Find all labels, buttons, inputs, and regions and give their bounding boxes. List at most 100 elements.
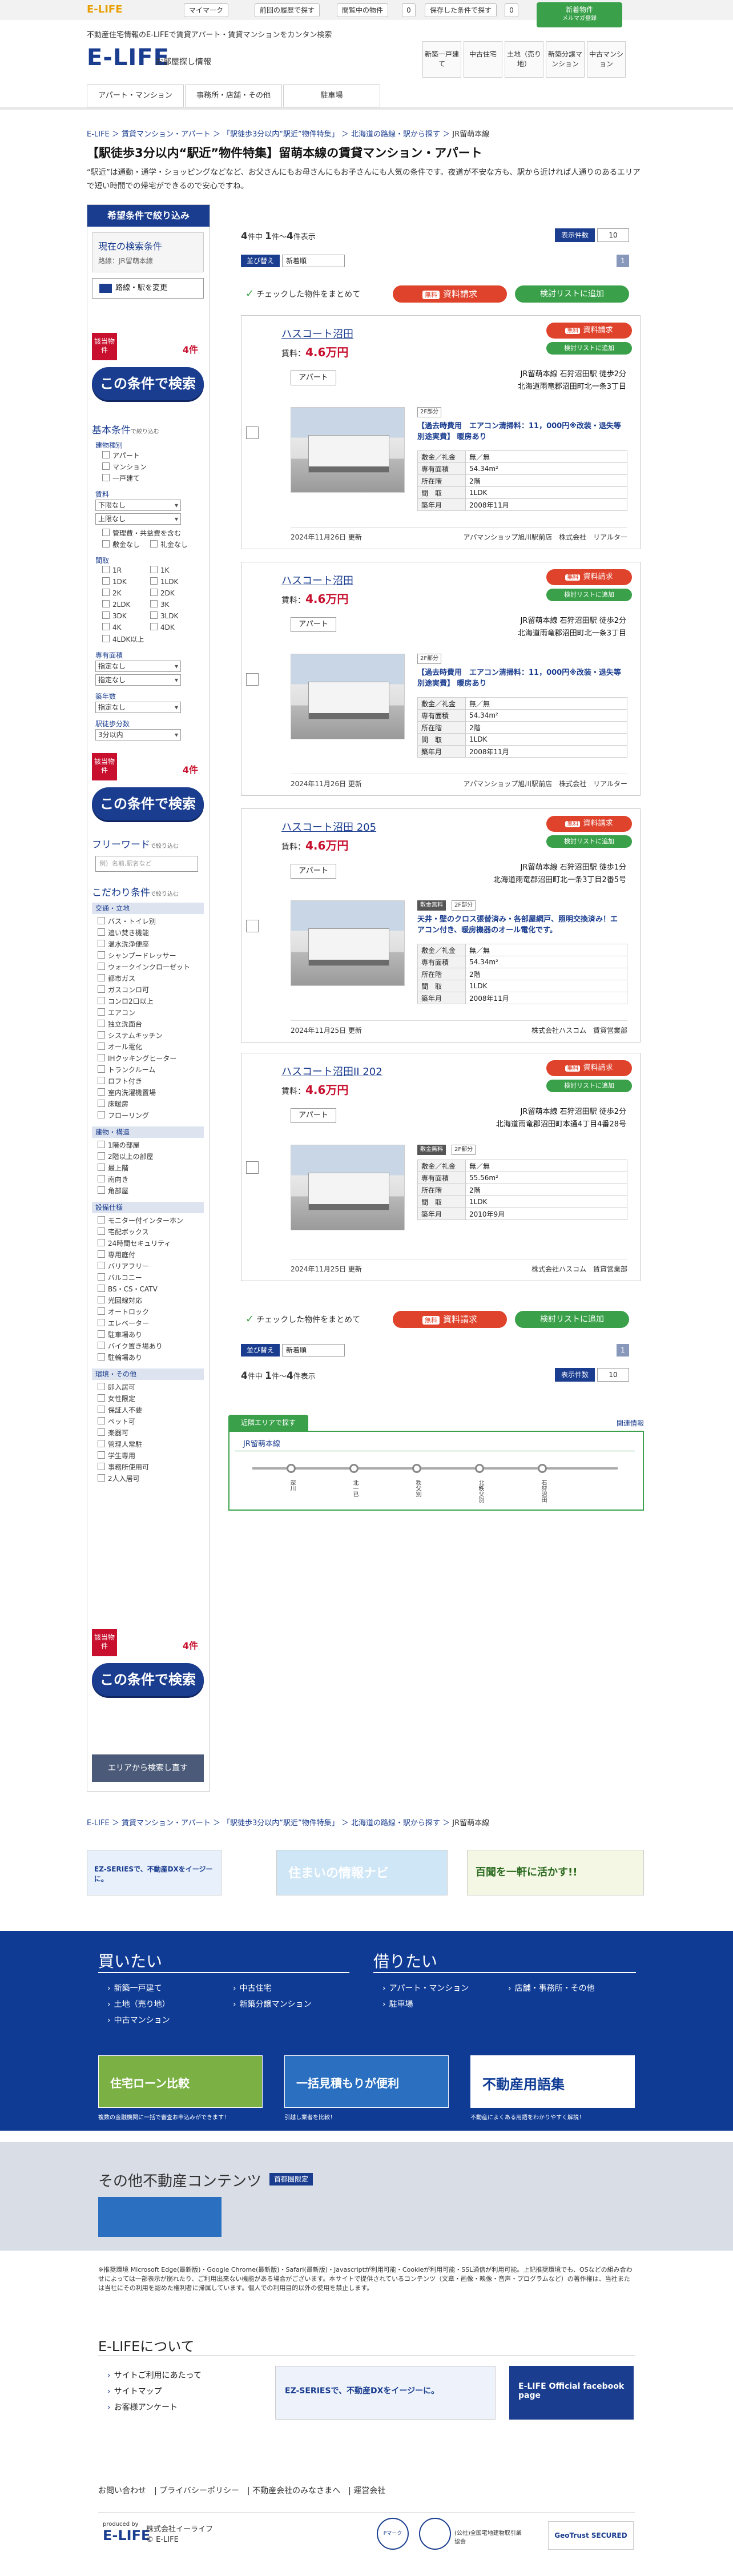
property-photo[interactable]	[291, 900, 405, 986]
bc-feature-b[interactable]: 「駅徒歩3分以内“駅近”物件特集」	[223, 1819, 339, 1828]
build-option[interactable]: 2階以上の部屋	[98, 1152, 154, 1161]
add-list-button[interactable]: 検討リストに追加	[546, 342, 632, 355]
request-button[interactable]: 無料 資料請求	[546, 1060, 632, 1076]
bc-feature[interactable]: 「駅徒歩3分以内“駅近”物件特集」	[223, 130, 339, 139]
equip-option[interactable]: 光回線対応	[98, 1295, 142, 1305]
request-button[interactable]: 無料 資料請求	[546, 569, 632, 585]
display-count-select[interactable]: 10	[597, 228, 629, 242]
traffic-option[interactable]: エアコン	[98, 1008, 135, 1017]
layout-1r[interactable]: 1R	[102, 566, 122, 574]
equip-option[interactable]: バイク置き場あり	[98, 1341, 163, 1351]
display-count-select-bottom[interactable]: 10	[597, 1368, 629, 1382]
request-button[interactable]: 無料 資料請求	[546, 816, 632, 832]
traffic-option[interactable]: ロフト付き	[98, 1076, 142, 1086]
equip-option[interactable]: 駐輪場あり	[98, 1353, 142, 1362]
browsing-button[interactable]: 閲覧中の物件	[337, 3, 389, 17]
promo-glossary[interactable]: 不動産用語集	[470, 2055, 635, 2108]
foot-agents[interactable]: 不動産会社のみなさまへ	[252, 2486, 340, 2496]
other-option[interactable]: 事務所使用可	[98, 1462, 149, 1472]
layout-2dk[interactable]: 2DK	[150, 589, 175, 597]
equip-option[interactable]: エレベーター	[98, 1318, 149, 1328]
promo-loan[interactable]: 住宅ローン比較	[98, 2055, 263, 2108]
foot-office[interactable]: 店舗・事務所・その他	[508, 1982, 595, 1994]
request-button[interactable]: 無料 資料請求	[546, 323, 632, 339]
layout-4k[interactable]: 4K	[102, 623, 122, 631]
equip-option[interactable]: BS・CS・CATV	[98, 1284, 158, 1294]
property-name[interactable]: ハスコート沼田	[281, 326, 353, 341]
layout-4dk[interactable]: 4DK	[150, 623, 175, 631]
property-checkbox[interactable]	[246, 1161, 259, 1174]
equip-option[interactable]: 専用庭付	[98, 1250, 135, 1259]
nav-new-mansion[interactable]: 新築分譲マンション	[546, 41, 585, 78]
nearby-tab[interactable]: 近隣エリアで探す	[228, 1415, 308, 1431]
gnav-parking[interactable]: 駐車場	[283, 84, 380, 107]
about-usage[interactable]: サイトご利用にあたって	[107, 2369, 202, 2381]
equip-option[interactable]: 宅配ボックス	[98, 1227, 149, 1237]
agent-name[interactable]: 株式会社ハスコム 賃貸営業部	[531, 1025, 627, 1035]
station-name[interactable]: 秩父別	[413, 1480, 422, 1497]
equip-option[interactable]: モニター付インターホン	[98, 1215, 183, 1225]
equip-option[interactable]: バルコニー	[98, 1273, 142, 1282]
agent-name[interactable]: 株式会社ハスコム 賃貸営業部	[531, 1264, 627, 1274]
bc-rent-b[interactable]: 賃貸マンション・アパート	[122, 1819, 211, 1828]
age-select[interactable]: 指定なし	[95, 702, 181, 713]
property-name[interactable]: ハスコート沼田	[281, 573, 353, 587]
banner-ez[interactable]: EZ-SERIESで、不動産DXをイージーに。	[87, 1850, 221, 1895]
traffic-option[interactable]: 都市ガス	[98, 973, 135, 983]
no-deposit[interactable]: 敷金なし	[102, 540, 140, 549]
equip-option[interactable]: 24時間セキュリティ	[98, 1238, 171, 1248]
saved-search-button[interactable]: 保存した条件で探す	[425, 3, 497, 17]
layout-3ldk[interactable]: 3LDK	[150, 611, 178, 620]
newsletter-button[interactable]: 新着物件 メルマガ登録	[537, 2, 622, 27]
layout-2k[interactable]: 2K	[102, 589, 122, 597]
traffic-option[interactable]: 追い焚き機能	[98, 928, 149, 937]
mini-logo[interactable]: E-LIFE	[87, 3, 123, 15]
traffic-option[interactable]: 温水洗浄便座	[98, 939, 149, 949]
traffic-option[interactable]: システムキッチン	[98, 1031, 163, 1040]
facebook-banner[interactable]: E-LIFE Official facebook page	[509, 2366, 634, 2420]
route-title[interactable]: JR留萌本線	[235, 1438, 635, 1451]
property-name[interactable]: ハスコート沼田II 202	[281, 1064, 382, 1078]
traffic-option[interactable]: 独立洗面台	[98, 1019, 142, 1029]
layout-4ldk[interactable]: 4LDK以上	[102, 634, 144, 644]
bc-route[interactable]: 北海道の路線・駅から探す	[351, 130, 440, 139]
layout-3dk[interactable]: 3DK	[102, 611, 127, 620]
bc-home[interactable]: E-LIFE	[87, 130, 110, 139]
foot-privacy[interactable]: プライバシーポリシー	[159, 2486, 239, 2496]
page-1-bottom[interactable]: 1	[617, 1344, 629, 1357]
area-max-select[interactable]: 指定なし	[95, 674, 181, 686]
property-photo[interactable]	[291, 407, 405, 493]
layout-3k[interactable]: 3K	[150, 600, 170, 609]
build-option[interactable]: 角部屋	[98, 1186, 128, 1196]
history-button[interactable]: 前回の履歴で探す	[255, 3, 320, 17]
add-list-button[interactable]: 検討リストに追加	[546, 1080, 632, 1092]
kind-house[interactable]: 一戸建て	[102, 473, 140, 483]
no-key-money[interactable]: 礼金なし	[150, 540, 188, 549]
rent-min-select[interactable]: 下限なし	[95, 500, 181, 511]
layout-1k[interactable]: 1K	[150, 566, 170, 574]
include-fee[interactable]: 管理費・共益費を含む	[102, 528, 181, 538]
station-name[interactable]: 深川	[288, 1480, 296, 1491]
section-build[interactable]: 建物・構造	[92, 1126, 204, 1138]
traffic-option[interactable]: シャンプードレッサー	[98, 951, 176, 960]
about-survey[interactable]: お客様アンケート	[107, 2401, 178, 2413]
sort-select-bottom[interactable]: 新着順	[282, 1344, 345, 1357]
gnav-office[interactable]: 事務所・店舗・その他	[185, 84, 282, 107]
foot-new-mansion[interactable]: 新築分譲マンション	[233, 1998, 312, 2010]
traffic-option[interactable]: ウォークインクローゼット	[98, 962, 190, 972]
property-checkbox[interactable]	[246, 426, 259, 439]
other-option[interactable]: 女性限定	[98, 1394, 135, 1403]
bc-rent[interactable]: 賃貸マンション・アパート	[122, 130, 211, 139]
change-route-button[interactable]: 路線・駅を変更	[92, 278, 204, 299]
footer-logo[interactable]: produced by E-LIFE	[103, 2521, 150, 2543]
foot-new-house[interactable]: 新築一戸建て	[107, 1982, 162, 1994]
traffic-option[interactable]: バス・トイレ別	[98, 916, 156, 926]
bulk-add-bottom[interactable]: 検討リストに追加	[515, 1311, 629, 1328]
other-option[interactable]: 2人入居可	[98, 1474, 140, 1483]
kind-mansion[interactable]: マンション	[102, 462, 147, 472]
gnav-apartment[interactable]: アパート・マンション	[87, 84, 184, 107]
foot-apartment[interactable]: アパート・マンション	[382, 1982, 469, 1994]
sort-select[interactable]: 新着順	[282, 255, 345, 267]
traffic-option[interactable]: フローリング	[98, 1110, 149, 1120]
agent-name[interactable]: アパマンショップ旭川駅前店 株式会社 リアルター	[463, 532, 627, 542]
